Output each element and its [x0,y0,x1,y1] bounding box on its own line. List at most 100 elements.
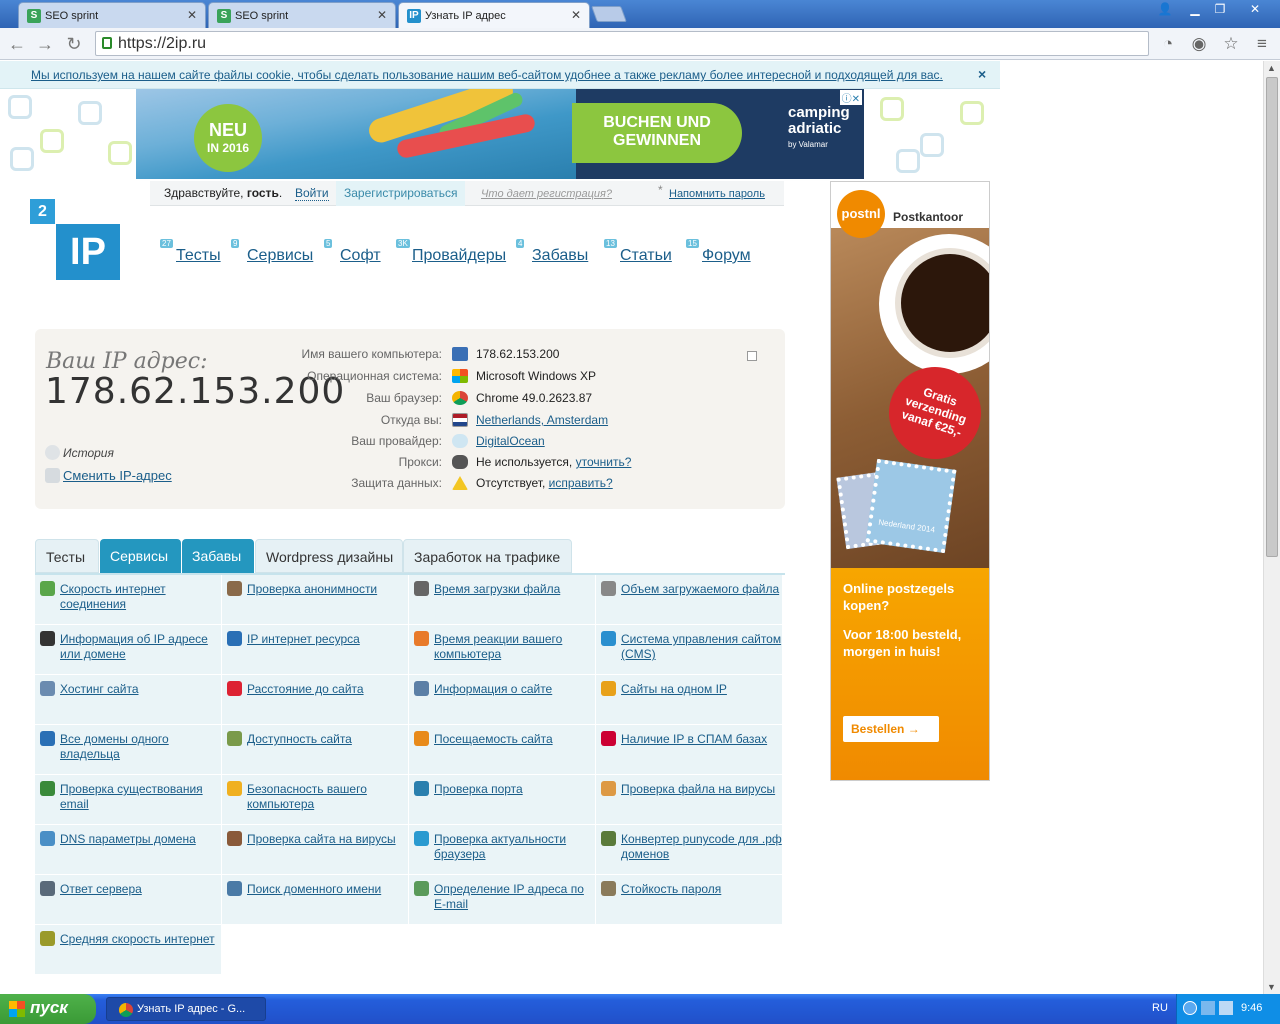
service-link[interactable]: Проверка существования email [60,782,221,812]
cookie-notice-text[interactable]: Мы используем на нашем сайте файлы cooki… [31,68,943,82]
service-link[interactable]: Доступность сайта [247,732,408,747]
provider-link[interactable]: DigitalOcean [476,434,545,448]
profile-icon[interactable]: 👤 [1153,0,1177,18]
tab-fun[interactable]: Забавы [182,539,254,573]
start-button[interactable]: пуск [0,994,96,1024]
service-link[interactable]: Проверка порта [434,782,595,797]
minimize-button[interactable]: ▁ [1183,0,1207,18]
buchen-cta[interactable]: BUCHEN UND GEWINNEN [572,103,742,163]
nav-fun[interactable]: 4 Забавы [516,239,588,265]
close-tab-icon[interactable]: ✕ [187,8,197,22]
service-link[interactable]: Проверка сайта на вирусы [247,832,408,847]
history-item[interactable]: История [45,445,114,460]
service-link[interactable]: Объем загружаемого файла [621,582,782,597]
2ip-logo[interactable]: 2 IP [30,199,122,281]
language-indicator[interactable]: RU [1152,1002,1168,1014]
nav-providers[interactable]: 3K Провайдеры [396,239,506,265]
nav-tests[interactable]: 27 Тесты [160,239,221,265]
service-icon [601,731,616,746]
ad-choices-icon[interactable]: ⓘ✕ [839,90,862,105]
service-link[interactable]: Расстояние до сайта [247,682,408,697]
nav-forum[interactable]: 15 Форум [686,239,751,265]
service-link[interactable]: Сайты на одном IP [621,682,782,697]
taskbar-item-chrome[interactable]: Узнать IP адрес - G... [106,997,266,1021]
ip-info-panel: Ваш IP адрес: 178.62.153.200 История Сме… [35,329,785,509]
nav-articles[interactable]: 13 Статьи [604,239,672,265]
close-tab-icon[interactable]: ✕ [377,8,387,22]
nav-software[interactable]: 5 Софт [324,239,381,265]
login-link[interactable]: Войти [295,186,329,201]
extension-clock-icon[interactable]: ◔ [1157,33,1179,55]
service-cell: Доступность сайта [222,725,408,774]
order-button[interactable]: Bestellen → [843,716,939,742]
service-link[interactable]: Поиск доменного имени [247,882,408,897]
why-register-link[interactable]: Что дает регистрация? [481,188,612,200]
browser-tab-seo-sprint-2[interactable]: S SEO sprint ✕ [208,2,396,28]
service-link[interactable]: Время реакции вашего компьютера [434,632,595,662]
service-link[interactable]: Наличие IP в СПАМ базах [621,732,782,747]
brand-sub-text: by Valamar [788,140,828,149]
camping-adriatic-banner-ad[interactable]: NEU IN 2016 BUCHEN UND GEWINNEN camping … [136,89,864,179]
reload-button[interactable]: ↻ [63,33,85,55]
location-link[interactable]: Netherlands, Amsterdam [476,413,608,427]
scrollbar-thumb[interactable] [1266,77,1278,557]
register-button[interactable]: Зарегистрироваться [336,181,466,206]
address-bar[interactable]: https://2ip.ru [95,31,1149,56]
service-icon [601,681,616,696]
service-link[interactable]: Стойкость пароля [621,882,782,897]
login-bar: Здравствуйте, гость. Войти Зарегистриров… [150,181,784,206]
vertical-scrollbar[interactable]: ▲ ▼ [1263,61,1280,994]
scroll-down-icon[interactable]: ▼ [1267,982,1276,992]
close-icon[interactable]: × [978,66,986,82]
maximize-button[interactable]: ❐ [1208,0,1232,18]
service-link[interactable]: Средняя скорость интернет [60,932,221,947]
pattern-shape [108,141,132,165]
service-link[interactable]: Система управления сайтом (CMS) [621,632,782,662]
scroll-up-icon[interactable]: ▲ [1267,63,1276,73]
service-link[interactable]: Посещаемость сайта [434,732,595,747]
change-ip-item[interactable]: Сменить IP-адрес [45,468,172,483]
service-link[interactable]: Время загрузки файла [434,582,595,597]
service-link[interactable]: Информация о сайте [434,682,595,697]
tab-wordpress[interactable]: Wordpress дизайны [255,539,403,573]
service-link[interactable]: Конвертер punycode для .рф доменов [621,832,782,862]
volume-icon[interactable] [1219,1001,1233,1015]
network-icon[interactable] [1201,1001,1215,1015]
remind-password-link[interactable]: Напомнить пароль [669,188,765,200]
tab-tests[interactable]: Тесты [35,539,99,573]
bookmark-star-icon[interactable]: ☆ [1220,33,1242,55]
tab-traffic[interactable]: Заработок на трафике [403,539,572,573]
back-button[interactable]: ← [6,33,28,55]
service-link[interactable]: Проверка файла на вирусы [621,782,782,797]
check-proxy-link[interactable]: уточнить? [576,455,632,469]
service-link[interactable]: DNS параметры домена [60,832,221,847]
globe-extension-icon[interactable]: ◉ [1188,33,1210,55]
fix-protection-link[interactable]: исправить? [549,476,613,490]
close-tab-icon[interactable]: ✕ [571,8,581,22]
service-link[interactable]: Ответ сервера [60,882,221,897]
service-link[interactable]: Безопасность вашего компьютера [247,782,408,812]
service-icon [40,731,55,746]
nav-services[interactable]: 9 Сервисы [231,239,313,265]
change-ip-link[interactable]: Сменить IP-адрес [63,468,172,483]
service-link[interactable]: Проверка актуальности браузера [434,832,595,862]
new-tab-button[interactable] [591,6,627,22]
service-link[interactable]: Информация об IP адресе или домене [60,632,221,662]
service-link[interactable]: Хостинг сайта [60,682,221,697]
menu-icon[interactable]: ≡ [1251,33,1273,55]
browser-tab-2ip[interactable]: IP Узнать IP адрес ✕ [398,2,590,28]
info-key: Откуда вы: [380,413,442,427]
tab-services[interactable]: Сервисы [100,539,181,573]
service-link[interactable]: Скорость интернет соединения [60,582,221,612]
tray-arrow-icon[interactable] [1183,1001,1197,1015]
close-window-button[interactable]: ✕ [1240,0,1270,18]
service-cell: Время реакции вашего компьютера [409,625,595,674]
postnl-side-ad[interactable]: postnl Postkantoor Gratis verzending van… [830,181,990,781]
service-link[interactable]: IP интернет ресурса [247,632,408,647]
service-link[interactable]: Проверка анонимности [247,582,408,597]
forward-button[interactable]: → [34,33,56,55]
service-link[interactable]: Определение IP адреса по E-mail [434,882,595,912]
service-link[interactable]: Все домены одного владельца [60,732,221,762]
browser-tab-seo-sprint-1[interactable]: S SEO sprint ✕ [18,2,206,28]
system-tray [1176,994,1280,1024]
